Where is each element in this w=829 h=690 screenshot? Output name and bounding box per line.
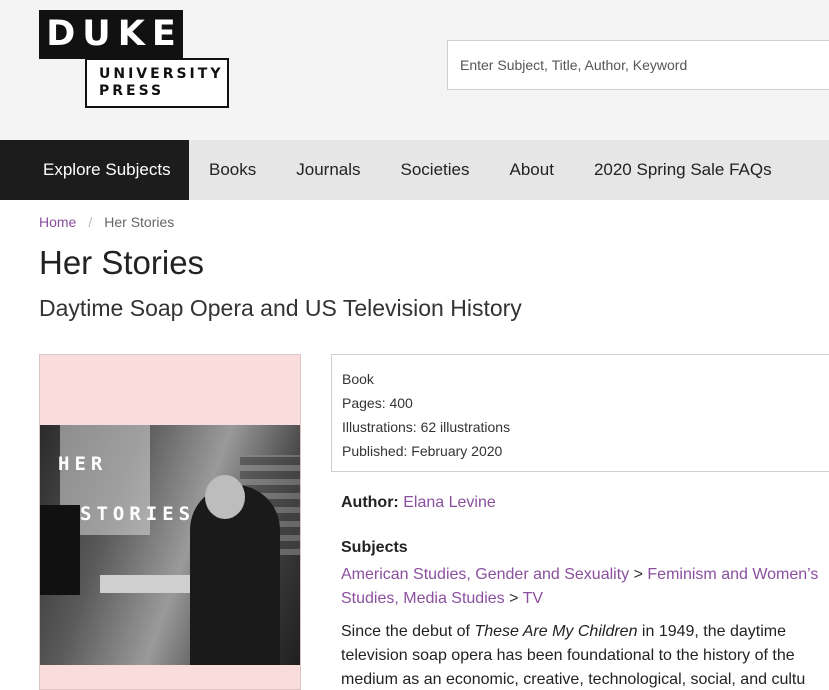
book-pages: Pages: 400 (342, 395, 413, 411)
subject-separator: > (509, 590, 519, 607)
breadcrumb: Home / Her Stories (39, 214, 174, 230)
author-label: Author: (341, 494, 399, 511)
breadcrumb-separator: / (88, 214, 93, 230)
breadcrumb-current: Her Stories (104, 214, 175, 230)
cover-photo: HER STORIES (40, 425, 300, 665)
cover-photo-head (205, 475, 245, 519)
book-format: Book (342, 371, 374, 387)
cover-title-line1: HER (58, 453, 108, 475)
duke-logo-wordmark[interactable]: DUKE (39, 10, 183, 59)
book-details-box: Book Pages: 400 Illustrations: 62 illust… (331, 354, 829, 472)
main-nav: Explore Subjects Books Journals Societie… (0, 140, 829, 200)
logo-line-university: UNIVERSITY (99, 66, 224, 82)
page-title: Her Stories (39, 244, 205, 281)
nav-explore-subjects[interactable]: Explore Subjects (0, 140, 189, 200)
subject-link-tv[interactable]: TV (523, 590, 543, 607)
logo-line-press: PRESS (99, 83, 165, 99)
book-published-date: Published: February 2020 (342, 443, 503, 459)
breadcrumb-home-link[interactable]: Home (39, 214, 76, 230)
description-text: in 1949, the daytime (637, 623, 787, 640)
subjects-list: American Studies, Gender and Sexuality >… (341, 563, 829, 611)
page-subtitle: Daytime Soap Opera and US Television His… (39, 295, 522, 321)
university-press-logo-box[interactable]: UNIVERSITY PRESS (85, 58, 229, 108)
description-line: medium as an economic, creative, technol… (341, 671, 806, 688)
description-italic-title: These Are My Children (474, 623, 638, 640)
author-link[interactable]: Elana Levine (403, 494, 496, 511)
book-illustrations: Illustrations: 62 illustrations (342, 419, 511, 435)
author-line: Author: Elana Levine (341, 494, 496, 512)
nav-about[interactable]: About (490, 140, 574, 200)
subject-separator: > (633, 566, 643, 583)
cover-title-line2: STORIES (80, 503, 196, 525)
cover-photo-tv (40, 505, 80, 595)
book-description: Since the debut of These Are My Children… (341, 620, 829, 690)
nav-books[interactable]: Books (189, 140, 276, 200)
site-header: DUKE UNIVERSITY PRESS (0, 0, 829, 140)
book-cover-image[interactable]: HER STORIES (39, 354, 301, 690)
search-input[interactable] (447, 40, 829, 90)
subject-link-american-studies[interactable]: American Studies, Gender and Sexuality (341, 566, 629, 583)
nav-journals[interactable]: Journals (276, 140, 380, 200)
subjects-heading: Subjects (341, 539, 408, 556)
description-line: television soap opera has been foundatio… (341, 647, 795, 664)
nav-societies[interactable]: Societies (381, 140, 490, 200)
description-line: Since the debut of These Are My Children… (341, 620, 829, 644)
description-text: Since the debut of (341, 623, 475, 640)
nav-spring-sale-faqs[interactable]: 2020 Spring Sale FAQs (574, 140, 792, 200)
